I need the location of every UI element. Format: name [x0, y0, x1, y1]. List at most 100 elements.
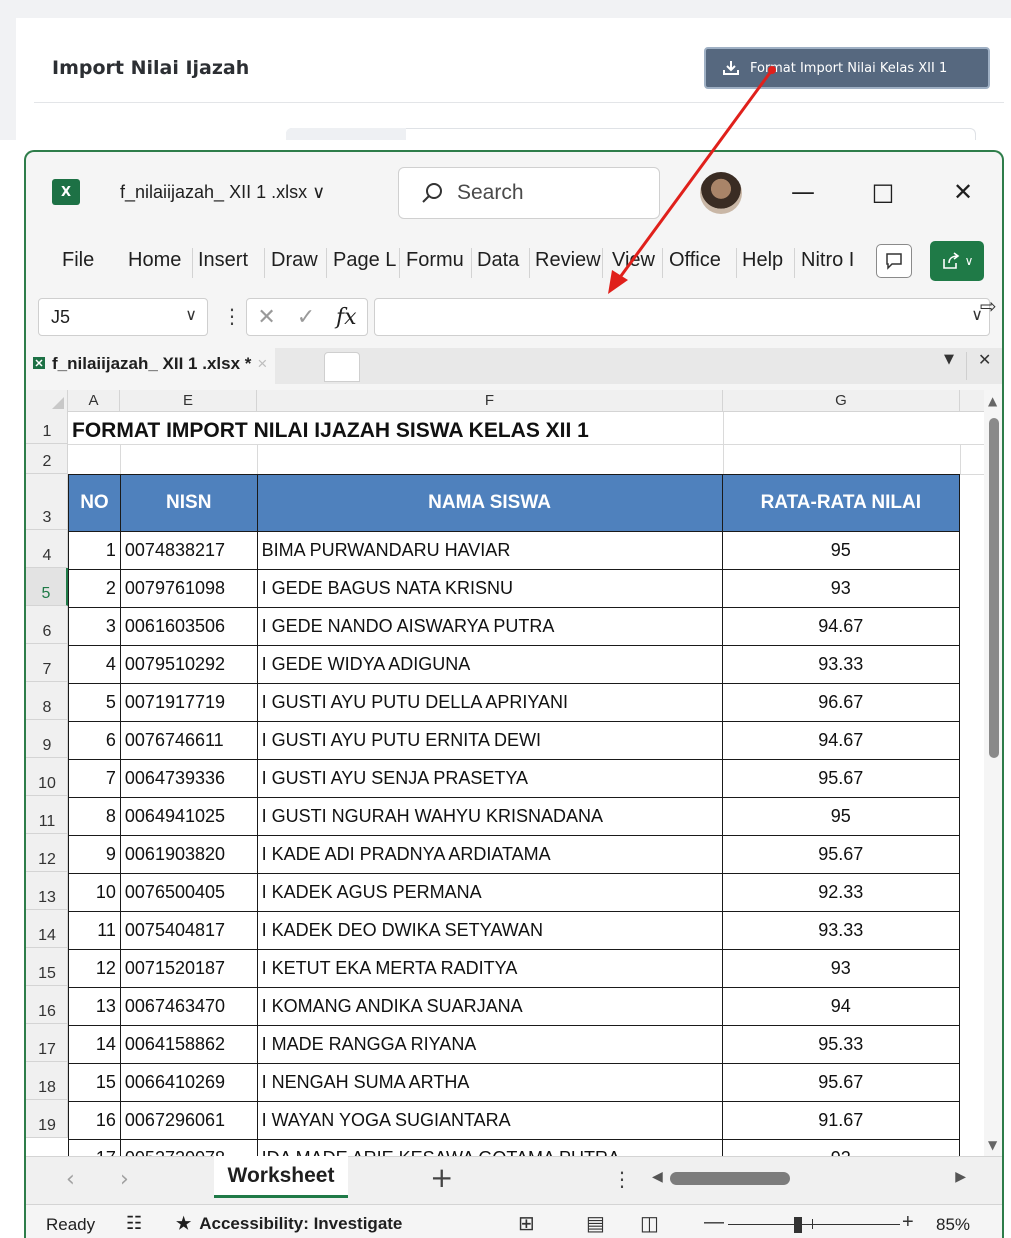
cell-nilai[interactable]: 94.67 — [723, 722, 959, 759]
cancel-icon[interactable]: ✕ — [257, 305, 275, 330]
cell-nisn[interactable]: 0076500405 — [121, 874, 258, 911]
cell-nilai[interactable]: 95.67 — [723, 836, 959, 873]
new-document-tab[interactable] — [324, 352, 360, 382]
spreadsheet-grid[interactable]: A E F G 1 2 3 4 5 6 7 8 9 10 11 12 13 14 15 16 17 18 19 FO… — [26, 390, 984, 1156]
cell-no[interactable]: 8 — [69, 798, 121, 835]
cell-nilai[interactable]: 95.33 — [723, 1026, 959, 1063]
tab-review[interactable]: Review — [535, 249, 601, 272]
vertical-scrollbar[interactable]: ▲ ▼ — [984, 390, 1002, 1156]
cell-nilai[interactable]: 95.67 — [723, 1064, 959, 1101]
chevron-down-icon[interactable]: ∨ — [185, 305, 197, 325]
cell-nama[interactable]: I GUSTI AYU SENJA PRASETYA — [258, 760, 723, 797]
tab-file[interactable]: File — [62, 249, 94, 272]
sheet-tab-worksheet[interactable]: Worksheet — [214, 1156, 348, 1198]
column-header-f[interactable]: F — [257, 390, 723, 412]
cell-nilai[interactable]: 93 — [723, 570, 959, 607]
row-header[interactable]: 11 — [26, 796, 68, 834]
horizontal-scrollbar[interactable]: ◀ ▶ — [648, 1167, 970, 1191]
row-header[interactable]: 2 — [26, 444, 68, 474]
web-tab-active[interactable] — [286, 128, 406, 140]
macro-recording-icon[interactable]: ☷ — [126, 1213, 142, 1234]
row-header[interactable]: 18 — [26, 1062, 68, 1100]
cell-nisn[interactable]: 0064941025 — [121, 798, 258, 835]
cell-no[interactable]: 9 — [69, 836, 121, 873]
more-options-icon[interactable]: ⋮ — [612, 1167, 632, 1191]
normal-view-icon[interactable]: ⊞ — [518, 1211, 535, 1236]
tab-page-layout[interactable]: Page L — [333, 249, 396, 272]
cell-nisn[interactable]: 0061603506 — [121, 608, 258, 645]
cell-no[interactable]: 7 — [69, 760, 121, 797]
cell-nama[interactable]: I GEDE BAGUS NATA KRISNU — [258, 570, 723, 607]
cell-nama[interactable]: I KADEK AGUS PERMANA — [258, 874, 723, 911]
name-box[interactable]: J5 ∨ — [38, 298, 208, 336]
cell-nisn[interactable]: 0079761098 — [121, 570, 258, 607]
cell-nama[interactable]: I GUSTI AYU PUTU DELLA APRIYANI — [258, 684, 723, 721]
cell-no[interactable]: 6 — [69, 722, 121, 759]
minimize-button[interactable]: — — [788, 177, 818, 207]
more-options-icon[interactable]: ⋮ — [222, 304, 242, 328]
scroll-down-icon[interactable]: ▼ — [988, 1138, 997, 1152]
cell-nilai[interactable]: 96.67 — [723, 684, 959, 721]
document-tab[interactable]: f_nilaiijazah_ XII 1 .xlsx * × — [26, 348, 276, 384]
cell-nilai[interactable]: 94 — [723, 988, 959, 1025]
tab-home[interactable]: Home — [128, 249, 181, 272]
format-import-button[interactable]: Format Import Nilai Kelas XII 1 — [704, 47, 990, 89]
header-no[interactable]: NO — [69, 475, 121, 531]
maximize-button[interactable]: □ — [868, 177, 898, 207]
cell-no[interactable]: 13 — [69, 988, 121, 1025]
tab-data[interactable]: Data — [477, 249, 519, 272]
cell-no[interactable]: 1 — [69, 532, 121, 569]
row-header[interactable]: 17 — [26, 1024, 68, 1062]
cell-nilai[interactable]: 94.67 — [723, 608, 959, 645]
cell-nama[interactable]: I WAYAN YOGA SUGIANTARA — [258, 1102, 723, 1139]
cell-nilai[interactable]: 95 — [723, 798, 959, 835]
cell-nama[interactable]: I NENGAH SUMA ARTHA — [258, 1064, 723, 1101]
cell-nilai[interactable]: 92 — [723, 1140, 959, 1156]
tab-formulas[interactable]: Formu — [406, 249, 464, 272]
tab-nitro[interactable]: Nitro I — [801, 249, 867, 272]
zoom-slider-thumb[interactable] — [794, 1217, 802, 1233]
header-nilai[interactable]: RATA-RATA NILAI — [723, 475, 959, 531]
page-break-view-icon[interactable]: ◫ — [640, 1211, 659, 1236]
comments-button[interactable] — [876, 244, 912, 278]
page-layout-view-icon[interactable]: ▤ — [586, 1211, 605, 1236]
tab-insert[interactable]: Insert — [198, 249, 248, 272]
prev-sheet-icon[interactable]: ‹ — [66, 1167, 75, 1192]
tab-office[interactable]: Office — [669, 249, 721, 272]
row-header[interactable]: 4 — [26, 530, 68, 568]
formula-input[interactable]: ∨ — [374, 298, 990, 336]
dropdown-icon[interactable]: ▼ — [944, 352, 954, 367]
cell-nilai[interactable]: 93.33 — [723, 646, 959, 683]
cell-nama[interactable]: I KADEK DEO DWIKA SETYAWAN — [258, 912, 723, 949]
cell-nama[interactable]: I GEDE WIDYA ADIGUNA — [258, 646, 723, 683]
tab-view[interactable]: View — [612, 249, 655, 272]
close-tab-icon[interactable]: × — [257, 354, 267, 384]
cell-nama[interactable]: I KOMANG ANDIKA SUARJANA — [258, 988, 723, 1025]
scroll-right-icon[interactable]: ▶ — [955, 1169, 966, 1185]
row-header[interactable]: 1 — [26, 412, 68, 444]
row-header[interactable]: 7 — [26, 644, 68, 682]
row-header[interactable]: 6 — [26, 606, 68, 644]
cell-nisn[interactable]: 0071917719 — [121, 684, 258, 721]
cell-nisn[interactable]: 0066410269 — [121, 1064, 258, 1101]
cell-nilai[interactable]: 93 — [723, 950, 959, 987]
cell-nama[interactable]: I KETUT EKA MERTA RADITYA — [258, 950, 723, 987]
cell-no[interactable]: 11 — [69, 912, 121, 949]
scrollbar-thumb[interactable] — [670, 1172, 790, 1185]
row-header[interactable]: 3 — [26, 474, 68, 530]
header-nisn[interactable]: NISN — [121, 475, 258, 531]
cell-no[interactable]: 14 — [69, 1026, 121, 1063]
cell-nisn[interactable]: 0076746611 — [121, 722, 258, 759]
row-header[interactable]: 10 — [26, 758, 68, 796]
cell-nisn[interactable]: 0074838217 — [121, 532, 258, 569]
select-all-corner[interactable] — [26, 390, 68, 412]
cell-nilai[interactable]: 91.67 — [723, 1102, 959, 1139]
cell-no[interactable]: 17 — [69, 1140, 121, 1156]
scrollbar-thumb[interactable] — [989, 418, 999, 758]
zoom-slider[interactable] — [728, 1224, 900, 1225]
cell-nisn[interactable]: 0061903820 — [121, 836, 258, 873]
cell-nisn[interactable]: 0064739336 — [121, 760, 258, 797]
tab-draw[interactable]: Draw — [271, 249, 318, 272]
cell-no[interactable]: 2 — [69, 570, 121, 607]
row-header[interactable]: 14 — [26, 910, 68, 948]
